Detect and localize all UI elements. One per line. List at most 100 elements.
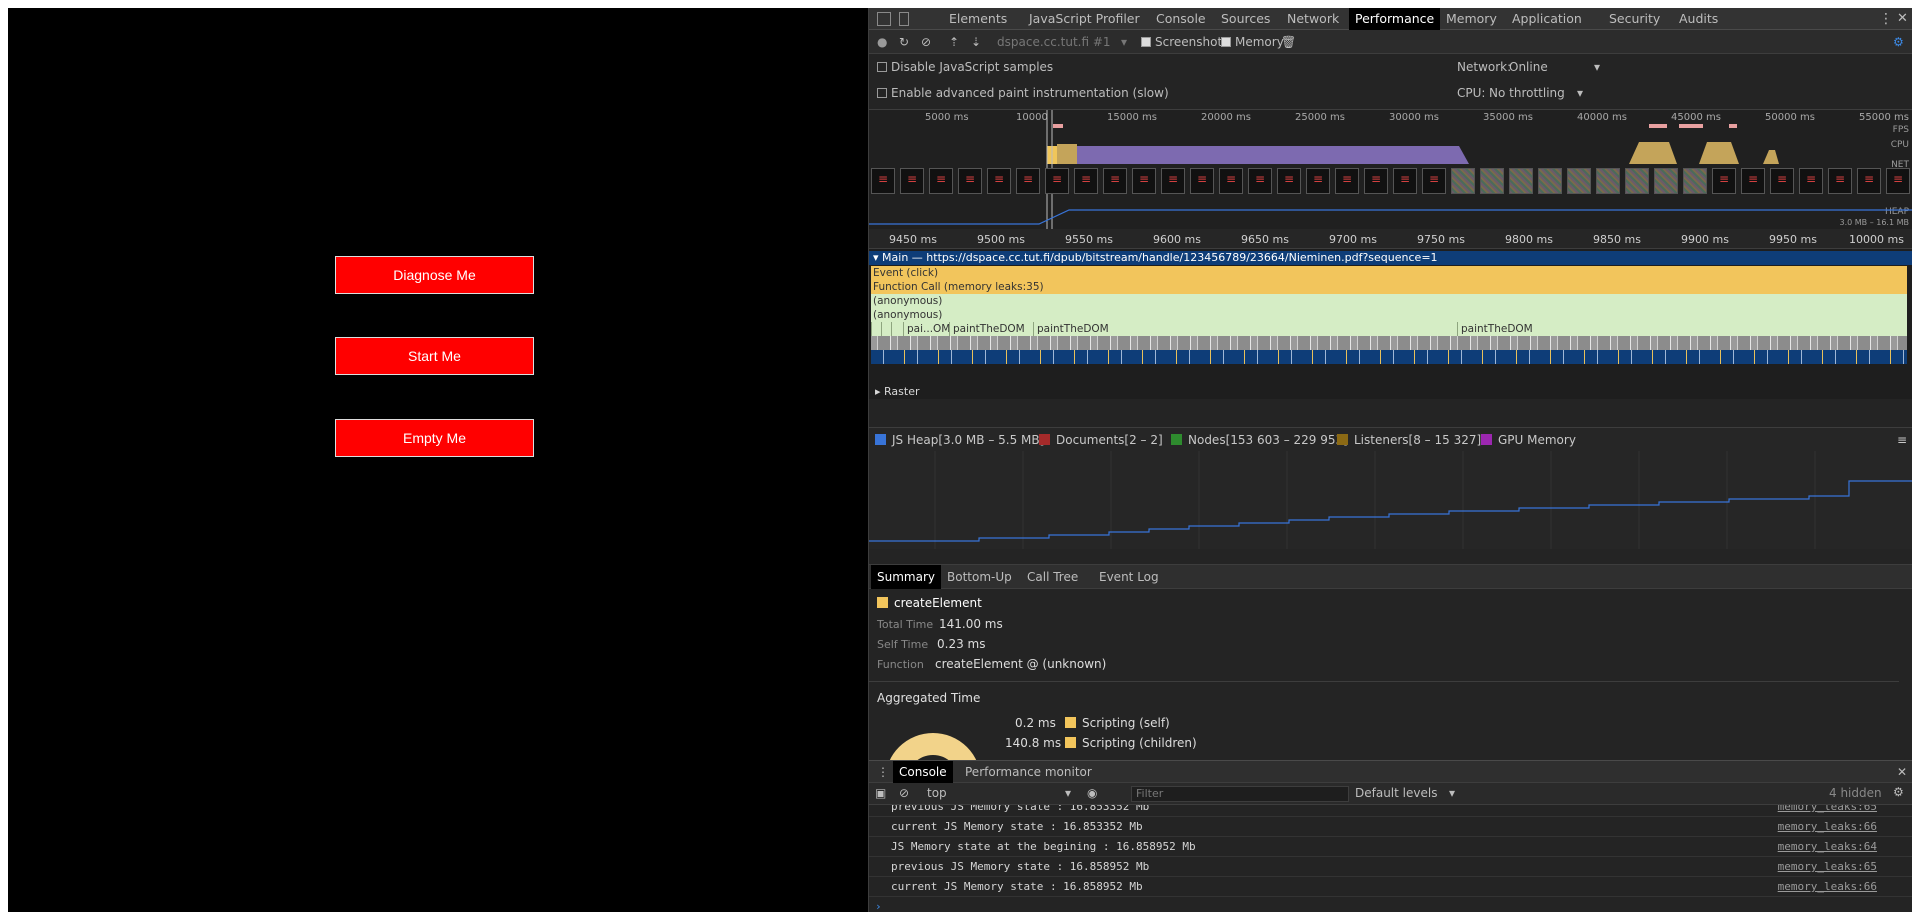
screenshot-thumb [1770, 168, 1794, 194]
tab-js-profiler[interactable]: JavaScript Profiler [1029, 8, 1140, 30]
documents-toggle[interactable]: Documents[2 – 2] [1039, 433, 1163, 447]
screenshot-thumb [1712, 168, 1736, 194]
clear-console-icon[interactable]: ⊘ [899, 786, 909, 800]
recording-select[interactable]: dspace.cc.tut.fi #1 [997, 35, 1111, 49]
nodes-toggle[interactable]: Nodes[153 603 – 229 953] [1171, 433, 1348, 447]
total-time-value: 141.00 ms [939, 617, 1003, 631]
tab-event-log[interactable]: Event Log [1099, 565, 1159, 589]
console-drawer: ⋮ Console Performance monitor ✕ ▣ ⊘ top … [869, 760, 1912, 912]
drawer-menu-icon[interactable]: ⋮ [877, 761, 889, 783]
trash-icon[interactable]: 🗑 [1281, 35, 1296, 49]
tab-sources[interactable]: Sources [1221, 8, 1270, 30]
tab-elements[interactable]: Elements [949, 8, 1007, 30]
levels-chevron-icon[interactable]: ▾ [1449, 786, 1455, 800]
console-prompt[interactable]: › [869, 897, 1912, 912]
tab-application[interactable]: Application [1512, 8, 1582, 30]
sidebar-toggle-icon[interactable]: ▣ [875, 786, 886, 800]
drawer-tab-console[interactable]: Console [893, 761, 953, 783]
disable-js-samples-checkbox[interactable]: Disable JavaScript samples [877, 60, 1053, 74]
tab-call-tree[interactable]: Call Tree [1027, 565, 1078, 589]
screenshot-thumb [1509, 168, 1533, 194]
log-source-link[interactable]: memory_leaks:66 [1778, 877, 1877, 897]
function-call-bar[interactable]: Function Call (memory leaks:35) [871, 280, 1907, 294]
self-time-value: 0.23 ms [937, 637, 986, 651]
paint-segment[interactable] [871, 322, 881, 336]
tab-performance[interactable]: Performance [1349, 8, 1441, 30]
flame-chart[interactable]: ▾ Main — https://dspace.cc.tut.fi/dpub/b… [869, 249, 1912, 399]
close-drawer-icon[interactable]: ✕ [1897, 761, 1907, 783]
eye-icon[interactable]: ◉ [1087, 786, 1097, 800]
enable-paint-label: Enable advanced paint instrumentation (s… [891, 86, 1169, 100]
context-select[interactable]: top [927, 786, 947, 800]
screenshot-thumb [1422, 168, 1446, 194]
paint-segment[interactable] [881, 322, 891, 336]
more-options-icon[interactable]: ⋮ [1879, 8, 1893, 30]
log-source-link[interactable]: memory_leaks:65 [1778, 805, 1877, 812]
raster-track[interactable]: ▸ Raster [875, 385, 920, 398]
memory-checkbox[interactable]: Memory [1221, 35, 1284, 49]
tab-memory[interactable]: Memory [1446, 8, 1497, 30]
tab-bottom-up[interactable]: Bottom-Up [947, 565, 1012, 589]
paint-segment[interactable]: pai...OM [903, 322, 950, 336]
js-heap-toggle[interactable]: JS Heap[3.0 MB – 5.5 MB] [875, 433, 1044, 447]
inspect-icon[interactable] [877, 12, 891, 26]
paint-segment[interactable]: paintTheDOM [949, 322, 1033, 336]
log-levels-select[interactable]: Default levels [1355, 786, 1437, 800]
listeners-toggle[interactable]: Listeners[8 – 15 327] [1337, 433, 1481, 447]
main-thread-header[interactable]: ▾ Main — https://dspace.cc.tut.fi/dpub/b… [869, 251, 1912, 265]
paint-segment[interactable]: paintTheDOM [1033, 322, 1457, 336]
gpu-memory-toggle[interactable]: GPU Memory [1481, 433, 1576, 447]
network-select[interactable]: Online [1509, 60, 1548, 74]
divider [869, 681, 1899, 682]
screenshot-thumb [1451, 168, 1475, 194]
listeners-label: Listeners[8 – 15 327] [1354, 433, 1482, 447]
clear-icon[interactable]: ⊘ [921, 35, 931, 49]
tab-audits[interactable]: Audits [1679, 8, 1718, 30]
tab-summary[interactable]: Summary [871, 565, 941, 589]
devtools-panel: Elements JavaScript Profiler Console Sou… [868, 8, 1912, 912]
log-line: JS Memory state at the begining : 16.858… [869, 837, 1912, 857]
log-source-link[interactable]: memory_leaks:64 [1778, 837, 1877, 857]
start-button[interactable]: Start Me [335, 337, 534, 375]
enable-paint-checkbox[interactable]: Enable advanced paint instrumentation (s… [877, 86, 1169, 100]
detail-tick: 9850 ms [1593, 233, 1641, 246]
screenshot-thumb [1219, 168, 1243, 194]
device-toolbar-icon[interactable] [899, 12, 909, 26]
documents-label: Documents[2 – 2] [1056, 433, 1163, 447]
console-filter-input[interactable]: Filter [1131, 786, 1349, 802]
menu-icon[interactable]: ≡ [1897, 433, 1907, 447]
tab-console[interactable]: Console [1156, 8, 1206, 30]
upload-icon[interactable]: ⇡ [949, 35, 959, 49]
gear-icon[interactable]: ⚙ [1893, 35, 1904, 49]
cpu-select[interactable]: No throttling [1489, 86, 1565, 100]
js-heap-line [869, 451, 1912, 549]
timeline-overview[interactable]: 5000 ms 10000 15000 ms 20000 ms 25000 ms… [869, 109, 1912, 230]
diagnose-button[interactable]: Diagnose Me [335, 256, 534, 294]
screenshots-checkbox[interactable]: Screenshots [1141, 35, 1228, 49]
screenshot-thumb [1393, 168, 1417, 194]
chevron-down-icon[interactable]: ▾ [1121, 35, 1127, 49]
log-line: current JS Memory state : 16.858952 Mb me… [869, 877, 1912, 897]
log-source-link[interactable]: memory_leaks:66 [1778, 817, 1877, 837]
download-icon[interactable]: ⇣ [971, 35, 981, 49]
console-settings-icon[interactable]: ⚙ [1893, 785, 1904, 799]
network-chevron-icon[interactable]: ▾ [1594, 60, 1600, 74]
tab-security[interactable]: Security [1609, 8, 1660, 30]
screenshot-thumb [1364, 168, 1388, 194]
screenshot-thumb [1857, 168, 1881, 194]
event-click-bar[interactable]: Event (click) [871, 266, 1907, 280]
context-chevron-icon[interactable]: ▾ [1065, 786, 1071, 800]
close-devtools-icon[interactable]: ✕ [1897, 8, 1908, 30]
paint-segment[interactable]: paintTheDOM [1457, 322, 1907, 336]
anonymous-bar-2[interactable]: (anonymous) [871, 308, 1907, 322]
empty-button[interactable]: Empty Me [335, 419, 534, 457]
cpu-chevron-icon[interactable]: ▾ [1577, 86, 1583, 100]
paint-segment[interactable] [891, 322, 903, 336]
log-source-link[interactable]: memory_leaks:65 [1778, 857, 1877, 877]
anonymous-bar-1[interactable]: (anonymous) [871, 294, 1907, 308]
reload-icon[interactable]: ↻ [899, 35, 909, 49]
record-icon[interactable]: ● [877, 35, 887, 49]
log-text: JS Memory state at the begining : 16.858… [891, 840, 1196, 853]
tab-network[interactable]: Network [1287, 8, 1339, 30]
drawer-tab-performance-monitor[interactable]: Performance monitor [965, 761, 1092, 783]
